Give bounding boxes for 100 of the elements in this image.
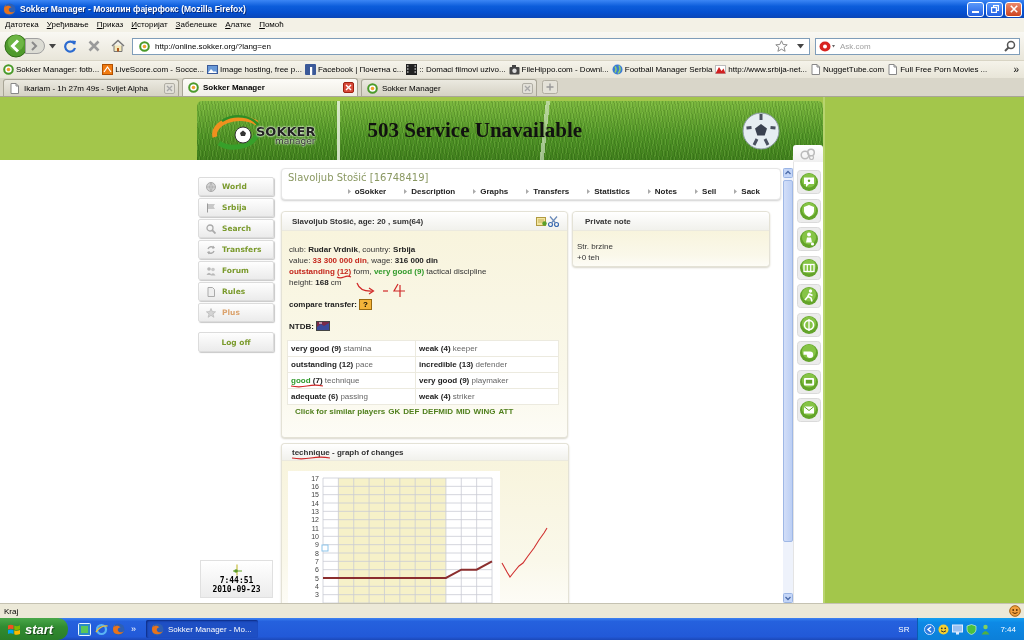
restore-icon bbox=[990, 5, 999, 13]
minimize-button[interactable] bbox=[967, 1, 984, 17]
soccer-ball-icon bbox=[742, 111, 780, 150]
nav-link[interactable]: Graphs bbox=[473, 187, 509, 196]
tray-clock: 7:44 bbox=[1000, 624, 1016, 634]
scrollbar-thumb[interactable] bbox=[783, 180, 793, 542]
caret-icon[interactable] bbox=[49, 43, 56, 49]
home-icon[interactable] bbox=[111, 39, 125, 53]
nav-link[interactable]: Transfers bbox=[526, 187, 570, 196]
skill-text: outstanding (12) pace bbox=[291, 360, 373, 369]
tv-icon[interactable] bbox=[797, 369, 821, 394]
coin-icon[interactable] bbox=[797, 312, 821, 337]
runner-icon[interactable] bbox=[797, 284, 821, 308]
ring-icon[interactable] bbox=[95, 622, 108, 636]
compare-label: compare transfer: bbox=[289, 299, 358, 309]
menu-item[interactable]: Алатке bbox=[221, 19, 256, 31]
position-link[interactable]: MID bbox=[455, 407, 471, 416]
language-indicator[interactable]: SR bbox=[898, 624, 910, 634]
person-icon[interactable] bbox=[980, 623, 992, 635]
browser-tab[interactable]: Ikariam - 1h 27m 49s - Svijet Alpha bbox=[3, 79, 179, 96]
scroll-down-icon[interactable] bbox=[783, 593, 793, 603]
nav-link[interactable]: Description bbox=[404, 187, 456, 196]
position-link[interactable]: GK bbox=[388, 407, 401, 416]
circle-arrow-icon[interactable] bbox=[924, 623, 936, 635]
smiley-icon bbox=[1009, 605, 1021, 617]
search-icon[interactable] bbox=[1004, 40, 1016, 52]
position-link[interactable]: DEFMID bbox=[422, 407, 453, 416]
address-field[interactable]: http://online.sokker.org/?lang=en bbox=[132, 37, 810, 55]
start-button[interactable]: start bbox=[0, 618, 68, 640]
envelope-icon[interactable] bbox=[797, 398, 821, 422]
menu-item[interactable]: Уређивање bbox=[42, 19, 93, 31]
notepad-icon[interactable] bbox=[536, 216, 547, 226]
bookmark-item[interactable]: Full Free Porn Movies ... bbox=[887, 64, 988, 75]
nav-link[interactable]: Notes bbox=[647, 187, 678, 196]
whistle-icon[interactable] bbox=[797, 341, 821, 365]
panel-tab[interactable] bbox=[793, 145, 823, 162]
skill-text: good (7) technique bbox=[291, 376, 360, 385]
position-link[interactable]: ATT bbox=[498, 407, 514, 416]
bookmark-item[interactable]: FileHippo.com - Downl... bbox=[508, 64, 609, 75]
close-button[interactable] bbox=[1005, 1, 1022, 17]
position-link[interactable]: WING bbox=[473, 407, 496, 416]
taskbar-button[interactable]: Sokker Manager - Mo... bbox=[146, 620, 258, 638]
stadium-icon[interactable] bbox=[797, 255, 821, 280]
caret-icon[interactable] bbox=[797, 43, 804, 49]
skill-text: incredible (13) defender bbox=[419, 360, 508, 369]
triangle-icon bbox=[734, 189, 738, 194]
nav-link[interactable]: Sack bbox=[734, 187, 760, 196]
bookmark-item[interactable]: Football Manager Serbia bbox=[611, 64, 713, 75]
position-link[interactable]: DEF bbox=[403, 407, 420, 416]
smiley-icon[interactable] bbox=[938, 623, 950, 635]
triangle-icon bbox=[347, 189, 351, 194]
bookmark-item[interactable]: Facebook | Почетна с... bbox=[304, 64, 404, 75]
square-logo-icon bbox=[102, 64, 114, 75]
triangle-icon bbox=[526, 189, 530, 194]
flag-icon[interactable] bbox=[315, 321, 330, 331]
bookmark-item[interactable]: Image hosting, free p... bbox=[207, 64, 302, 75]
menu-item[interactable]: Историјат bbox=[127, 19, 172, 31]
nav-link[interactable]: Sell bbox=[695, 187, 717, 196]
star-icon[interactable] bbox=[775, 40, 788, 52]
bookmark-item[interactable]: LiveScore.com - Socce... bbox=[102, 64, 205, 75]
window-title: Sokker Manager - Мозилин фајерфокс (Mozilla Firefox) bbox=[20, 4, 247, 14]
plus-icon[interactable] bbox=[542, 80, 558, 94]
flag-icon bbox=[715, 64, 727, 75]
menu-item[interactable]: Забелешке bbox=[171, 19, 222, 31]
browser-logo-icon[interactable] bbox=[112, 622, 125, 636]
stop-icon[interactable] bbox=[87, 39, 101, 53]
bookmark-item[interactable]: http://www.srbija-net... bbox=[715, 64, 808, 75]
monitor-icon[interactable] bbox=[952, 623, 964, 635]
reload-icon[interactable] bbox=[63, 39, 77, 53]
speech-bubble-icon[interactable] bbox=[797, 170, 821, 194]
bookmark-item[interactable]: NuggetTube.com bbox=[810, 64, 885, 75]
ring-logo-icon bbox=[139, 40, 150, 52]
scroll-up-icon[interactable] bbox=[783, 168, 793, 178]
browser-tab[interactable]: Sokker Manager bbox=[182, 78, 358, 96]
close-icon[interactable] bbox=[343, 82, 354, 93]
oval-logo-icon[interactable] bbox=[819, 40, 836, 52]
player-icon[interactable] bbox=[797, 227, 821, 251]
menu-item[interactable]: Датотека bbox=[1, 19, 43, 31]
compare-button[interactable]: ? bbox=[359, 298, 372, 310]
triangle-icon bbox=[473, 189, 477, 194]
browser-tab[interactable]: Sokker Manager bbox=[361, 79, 537, 96]
more-bookmarks-button[interactable]: » bbox=[1013, 64, 1019, 75]
menu-item[interactable]: Приказ bbox=[92, 19, 128, 31]
bookmark-item[interactable]: :: Domaci filmovi uzivo... bbox=[406, 64, 506, 75]
restore-button[interactable] bbox=[986, 1, 1003, 17]
player-info-line: value: 33 300 000 din, wage: 316 000 din bbox=[289, 255, 439, 266]
shield-icon[interactable] bbox=[797, 198, 821, 223]
scrollbar[interactable] bbox=[783, 168, 793, 603]
nav-link[interactable]: Statistics bbox=[587, 187, 630, 196]
triangle-icon bbox=[647, 189, 651, 194]
scissors-icon[interactable] bbox=[548, 215, 559, 227]
window-icon[interactable] bbox=[78, 622, 91, 636]
close-icon bbox=[1009, 5, 1018, 13]
globe-icon bbox=[611, 64, 623, 75]
status-text: Kraj bbox=[4, 606, 19, 616]
nav-link[interactable]: oSokker bbox=[347, 187, 387, 196]
browser-logo-icon bbox=[151, 622, 164, 636]
menu-item[interactable]: Помоћ bbox=[255, 19, 288, 31]
bookmark-item[interactable]: Sokker Manager: fotb... bbox=[3, 64, 100, 75]
more-launchers-button[interactable]: » bbox=[131, 624, 136, 634]
